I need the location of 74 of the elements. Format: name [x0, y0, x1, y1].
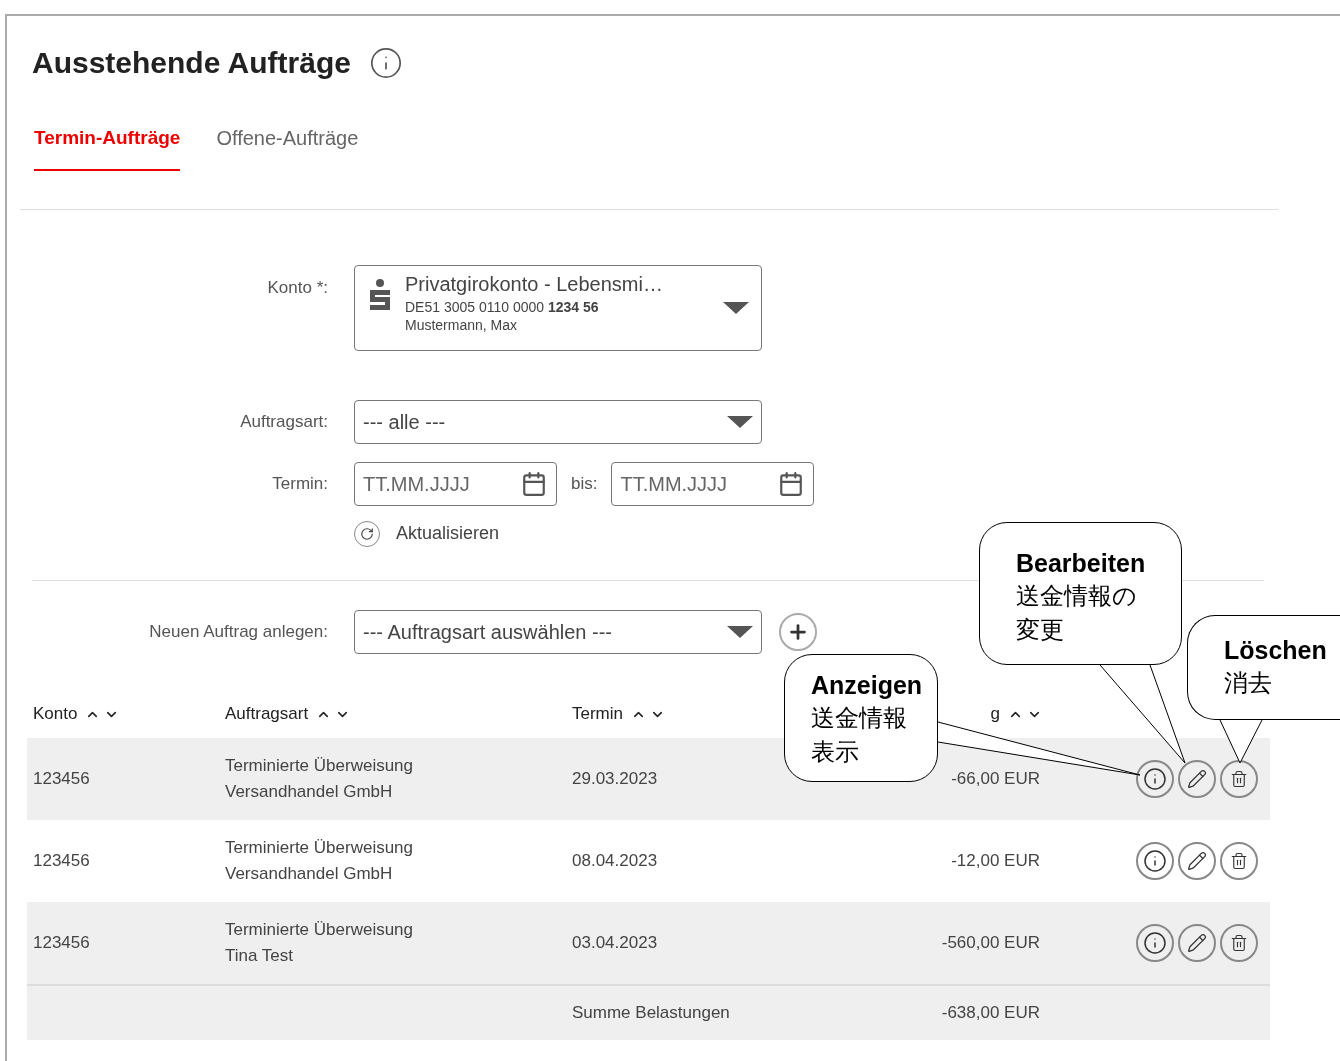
order-type-select[interactable]: --- alle ---	[354, 400, 762, 444]
trash-icon	[1230, 770, 1248, 788]
delete-button[interactable]	[1220, 760, 1258, 798]
callout-text: 変更	[1016, 615, 1065, 645]
refresh-icon	[360, 526, 374, 541]
amount: -12,00 EUR	[950, 850, 1040, 873]
delete-button[interactable]	[1220, 924, 1258, 962]
amount: -560,00 EUR	[940, 932, 1040, 955]
recipient: Tina Test	[225, 945, 295, 967]
calendar-icon[interactable]	[521, 471, 547, 497]
pencil-icon	[1187, 769, 1207, 789]
plus-icon	[787, 621, 809, 643]
callout-text: 送金情報の	[1016, 581, 1138, 611]
order-type: Terminierte Überweisung	[225, 837, 415, 859]
account-iban: DE51 3005 0110 0000 1234 56	[405, 299, 600, 317]
order-type: Terminierte Überweisung	[225, 919, 415, 941]
table-cell-text: 03.04.2023	[572, 932, 659, 955]
edit-button[interactable]	[1178, 760, 1216, 798]
date-from-field[interactable]: TT.MM.JJJJ	[354, 462, 557, 506]
order-type: Terminierte Überweisung	[225, 755, 415, 777]
caret-icon	[727, 626, 753, 638]
table-cell-text: 08.04.2023	[572, 850, 659, 873]
page-title: Ausstehende Aufträge	[32, 45, 351, 81]
info-button[interactable]	[1136, 760, 1174, 798]
info-icon[interactable]	[368, 45, 403, 80]
trash-icon	[1230, 934, 1248, 952]
tab[interactable]: Termin-Aufträge	[34, 123, 181, 171]
callout-title: Bearbeiten	[1016, 548, 1147, 579]
edit-button[interactable]	[1178, 842, 1216, 880]
delete-button[interactable]	[1220, 842, 1258, 880]
column-header[interactable]: g	[990, 701, 1000, 727]
bank-logo-icon	[367, 278, 393, 312]
refresh-button[interactable]: Aktualisieren	[354, 520, 500, 547]
column-header[interactable]: Termin	[572, 701, 623, 727]
recipient: Versandhandel GmbH	[225, 781, 394, 803]
callout-text: 表示	[811, 737, 860, 767]
column-header[interactable]: Konto	[33, 701, 78, 727]
caret-icon	[727, 416, 753, 428]
info-icon	[1143, 767, 1167, 791]
account-name: Privatgirokonto - Lebensmi…	[405, 272, 664, 297]
pencil-icon	[1187, 933, 1207, 953]
account-holder: Mustermann, Max	[405, 316, 519, 334]
new-order-select[interactable]: --- Auftragsart auswählen ---	[354, 610, 762, 654]
field-label: bis:	[571, 473, 598, 496]
table-cell-text: 123456	[33, 768, 91, 791]
info-button[interactable]	[1136, 842, 1174, 880]
table-cell-text: 123456	[33, 932, 91, 955]
callout-text: 送金情報	[811, 703, 908, 733]
callout-text: 消去	[1224, 668, 1273, 698]
field-label: Konto *:	[266, 277, 329, 299]
date-to-field[interactable]: TT.MM.JJJJ	[611, 462, 815, 506]
info-icon	[1143, 931, 1167, 955]
callout-title: Löschen	[1224, 635, 1328, 666]
info-icon	[1143, 849, 1167, 873]
calendar-icon[interactable]	[778, 471, 805, 497]
field-label: Termin:	[271, 473, 329, 496]
info-button[interactable]	[1136, 924, 1174, 962]
field-label: Neuen Auftrag anlegen:	[148, 621, 329, 644]
recipient: Versandhandel GmbH	[225, 863, 394, 885]
callout-title: Anzeigen	[811, 670, 924, 701]
add-button[interactable]	[779, 613, 817, 651]
table-cell-text: 123456	[33, 850, 91, 873]
account-select[interactable]: Privatgirokonto - Lebensmi… DE51 3005 0110 0000 1234 56 Mustermann, Max	[354, 265, 762, 351]
pencil-icon	[1187, 851, 1207, 871]
total-amount: -638,00 EUR	[940, 1002, 1040, 1025]
field-label: Auftragsart:	[239, 411, 329, 434]
tab[interactable]: Offene-Aufträge	[216, 123, 359, 171]
amount: -66,00 EUR	[950, 768, 1040, 791]
trash-icon	[1230, 852, 1248, 870]
total-label: Summe Belastungen	[572, 1002, 731, 1025]
edit-button[interactable]	[1178, 924, 1216, 962]
caret-icon	[723, 302, 749, 314]
table-cell-text: 29.03.2023	[572, 768, 659, 791]
column-header[interactable]: Auftragsart	[225, 701, 309, 727]
